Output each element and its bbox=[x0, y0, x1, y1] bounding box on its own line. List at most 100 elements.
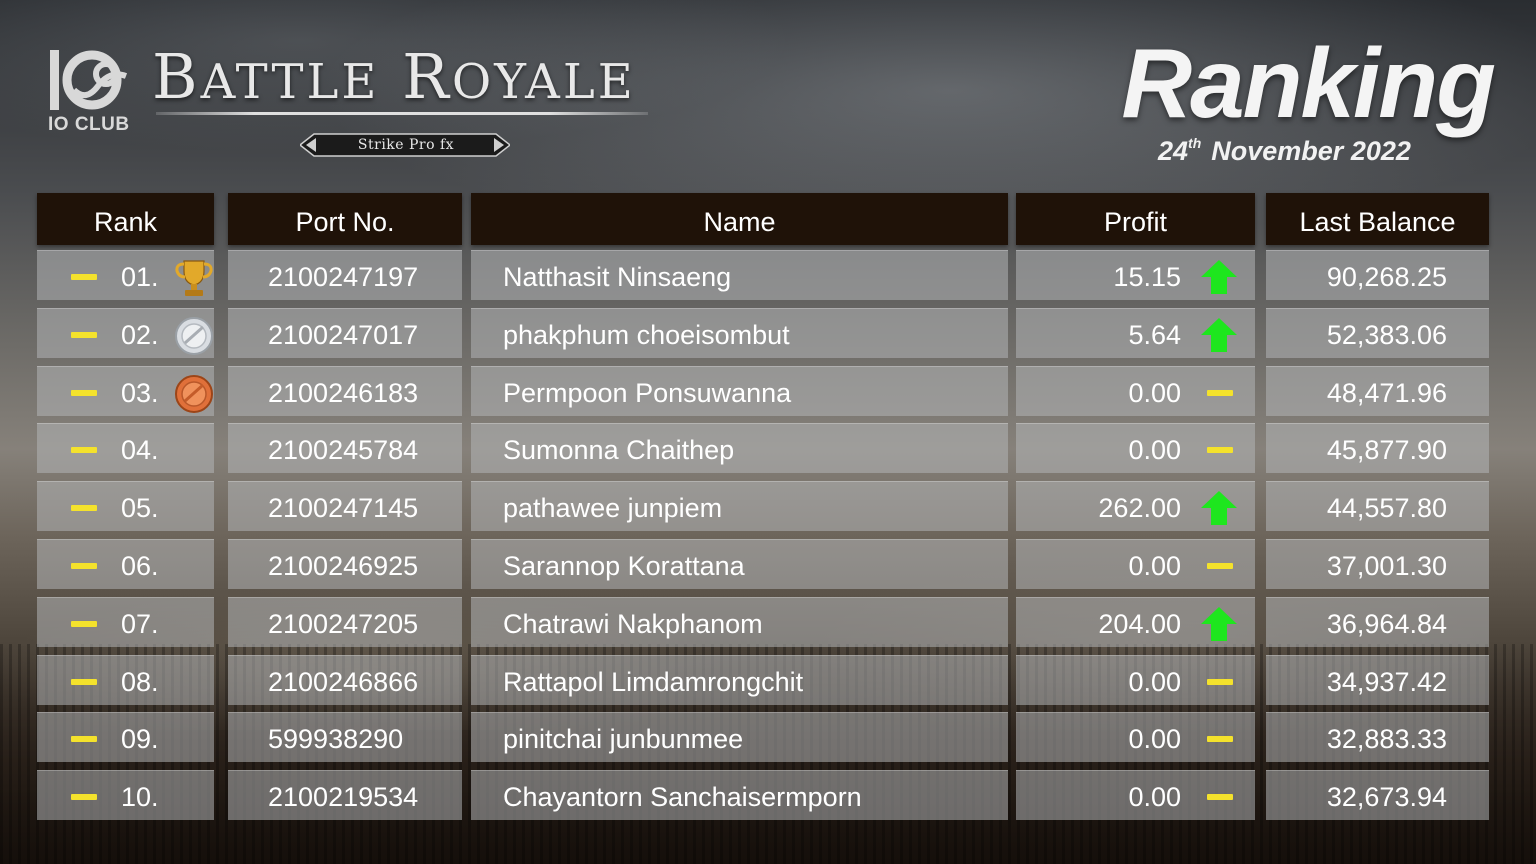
profit-value: 0.00 bbox=[1128, 782, 1181, 812]
port-cell: 2100219534 bbox=[228, 770, 462, 820]
port-number: 2100247017 bbox=[268, 320, 419, 350]
trend-unchanged-icon bbox=[1199, 375, 1239, 411]
trader-name: phakphum choeisombut bbox=[503, 320, 790, 350]
last-balance-value: 34,937.42 bbox=[1326, 667, 1447, 697]
port-number: 2100247197 bbox=[268, 262, 419, 292]
trader-name: Chayantorn Sanchaisermporn bbox=[503, 782, 862, 812]
trader-name: pathawee junpiem bbox=[503, 493, 723, 523]
subtitle-text: Strike Pro fx bbox=[357, 137, 455, 153]
port-cell: 2100246183 bbox=[228, 366, 462, 416]
name-cell: pinitchai junbunmee bbox=[471, 712, 1008, 762]
name-cell: Chayantorn Sanchaisermporn bbox=[471, 770, 1008, 820]
name-cell: pathawee junpiem bbox=[471, 481, 1008, 531]
column-header-balance: Last Balance bbox=[1266, 193, 1489, 245]
trend-up-arrow-icon bbox=[1199, 490, 1239, 526]
balance-cell: 90,268.25 bbox=[1266, 250, 1489, 300]
balance-cell: 32,883.33 bbox=[1266, 712, 1489, 762]
port-cell: 2100246866 bbox=[228, 655, 462, 705]
trader-name: Rattapol Limdamrongchit bbox=[503, 667, 804, 697]
trend-up-arrow-icon bbox=[1199, 317, 1239, 353]
rank-cell: 02. bbox=[37, 308, 214, 358]
name-cell: Natthasit Ninsaeng bbox=[471, 250, 1008, 300]
profit-cell: 0.00 bbox=[1016, 539, 1255, 589]
balance-cell: 44,557.80 bbox=[1266, 481, 1489, 531]
rank-cell: 06. bbox=[37, 539, 214, 589]
port-cell: 2100246925 bbox=[228, 539, 462, 589]
rank-unchanged-icon bbox=[71, 794, 97, 800]
rank-unchanged-icon bbox=[71, 621, 97, 627]
last-balance-value: 90,268.25 bbox=[1326, 262, 1447, 292]
balance-cell: 52,383.06 bbox=[1266, 308, 1489, 358]
last-balance-value: 32,673.94 bbox=[1326, 782, 1447, 812]
trader-name: Permpoon Ponsuwanna bbox=[503, 378, 792, 408]
profit-value: 0.00 bbox=[1128, 378, 1181, 408]
port-cell: 2100247205 bbox=[228, 597, 462, 647]
rank-cell: 03. bbox=[37, 366, 214, 416]
rank-cell: 01. bbox=[37, 250, 214, 300]
rank-number: 02. bbox=[121, 320, 159, 350]
name-cell: phakphum choeisombut bbox=[471, 308, 1008, 358]
port-number: 2100246925 bbox=[268, 551, 419, 581]
column-header-name: Name bbox=[471, 193, 1008, 245]
port-number: 2100247205 bbox=[268, 609, 419, 639]
page-title: Ranking bbox=[1121, 28, 1496, 138]
rank-unchanged-icon bbox=[71, 390, 97, 396]
port-number: 2100246183 bbox=[268, 378, 419, 408]
io-club-label: IO CLUB bbox=[48, 114, 130, 135]
rank-unchanged-icon bbox=[71, 505, 97, 511]
port-cell: 2100247197 bbox=[228, 250, 462, 300]
port-cell: 2100247145 bbox=[228, 481, 462, 531]
profit-cell: 204.00 bbox=[1016, 597, 1255, 647]
trend-up-arrow-icon bbox=[1199, 606, 1239, 642]
rank-number: 09. bbox=[121, 724, 159, 754]
rank-number: 06. bbox=[121, 551, 159, 581]
trend-up-arrow-icon bbox=[1199, 259, 1239, 295]
profit-value: 15.15 bbox=[1113, 262, 1181, 292]
last-balance-value: 48,471.96 bbox=[1326, 378, 1447, 408]
column-header-profit: Profit bbox=[1016, 193, 1255, 245]
last-balance-value: 52,383.06 bbox=[1326, 320, 1447, 350]
trend-unchanged-icon bbox=[1199, 432, 1239, 468]
name-cell: Permpoon Ponsuwanna bbox=[471, 366, 1008, 416]
profit-value: 5.64 bbox=[1128, 320, 1181, 350]
profit-cell: 0.00 bbox=[1016, 712, 1255, 762]
last-balance-value: 45,877.90 bbox=[1326, 435, 1447, 465]
profit-cell: 5.64 bbox=[1016, 308, 1255, 358]
column-header-port: Port No. bbox=[228, 193, 462, 245]
balance-cell: 37,001.30 bbox=[1266, 539, 1489, 589]
trader-name: Natthasit Ninsaeng bbox=[503, 262, 732, 292]
balance-cell: 45,877.90 bbox=[1266, 423, 1489, 473]
rank-cell: 10. bbox=[37, 770, 214, 820]
rank-unchanged-icon bbox=[71, 274, 97, 280]
name-cell: Rattapol Limdamrongchit bbox=[471, 655, 1008, 705]
balance-cell: 36,964.84 bbox=[1266, 597, 1489, 647]
profit-cell: 0.00 bbox=[1016, 366, 1255, 416]
balance-cell: 48,471.96 bbox=[1266, 366, 1489, 416]
profit-cell: 15.15 bbox=[1016, 250, 1255, 300]
name-cell: Sumonna Chaithep bbox=[471, 423, 1008, 473]
trend-unchanged-icon bbox=[1199, 548, 1239, 584]
rank-number: 03. bbox=[121, 378, 159, 408]
rank-cell: 04. bbox=[37, 423, 214, 473]
rank-number: 05. bbox=[121, 493, 159, 523]
port-number: 2100247145 bbox=[268, 493, 419, 523]
rank-unchanged-icon bbox=[71, 563, 97, 569]
balance-cell: 32,673.94 bbox=[1266, 770, 1489, 820]
trader-name: Sarannop Korattana bbox=[503, 551, 745, 581]
trend-unchanged-icon bbox=[1199, 664, 1239, 700]
trophy-icon bbox=[173, 257, 215, 299]
rank-number: 08. bbox=[121, 667, 159, 697]
profit-value: 0.00 bbox=[1128, 435, 1181, 465]
profit-cell: 262.00 bbox=[1016, 481, 1255, 531]
rank-number: 04. bbox=[121, 435, 159, 465]
profit-value: 0.00 bbox=[1128, 724, 1181, 754]
balance-cell: 34,937.42 bbox=[1266, 655, 1489, 705]
ranking-date: 24th November 2022 bbox=[1158, 135, 1411, 166]
rank-number: 01. bbox=[121, 262, 159, 292]
port-number: 2100245784 bbox=[268, 435, 419, 465]
rank-unchanged-icon bbox=[71, 447, 97, 453]
trader-name: pinitchai junbunmee bbox=[503, 724, 744, 754]
bronze-medal-icon bbox=[173, 373, 215, 415]
profit-cell: 0.00 bbox=[1016, 655, 1255, 705]
profit-value: 204.00 bbox=[1098, 609, 1181, 639]
